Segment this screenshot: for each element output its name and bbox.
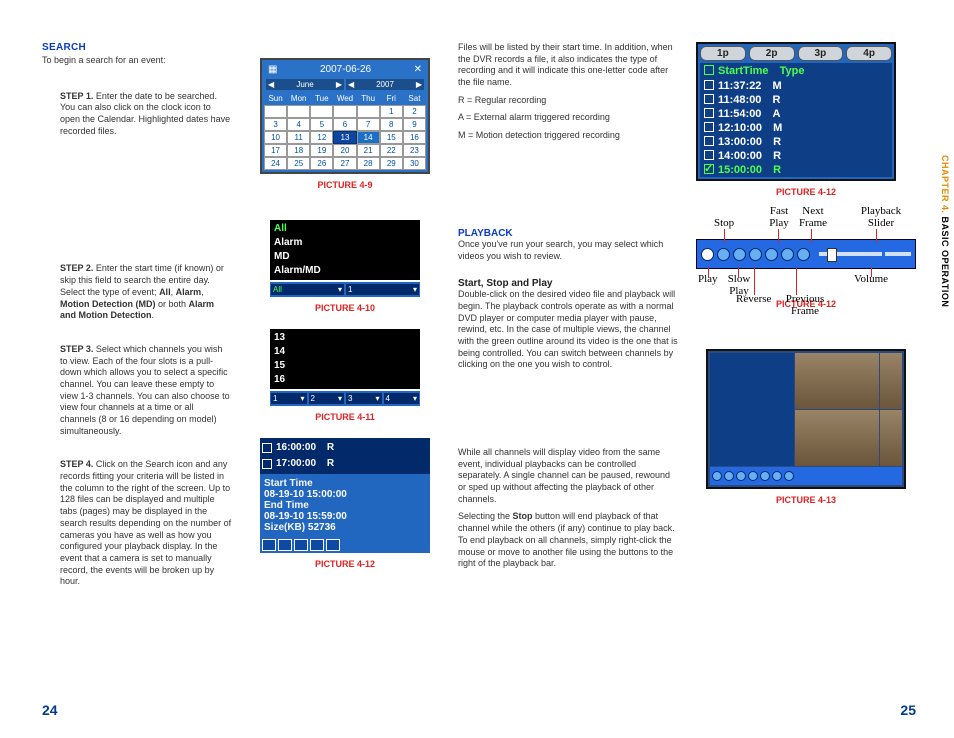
- reverse-button[interactable]: [749, 248, 762, 261]
- ssp-heading: Start, Stop and Play: [458, 278, 678, 289]
- playback-heading: PLAYBACK: [458, 228, 678, 239]
- fig-camera-grid: PICTURE 4-13: [696, 349, 916, 505]
- caption-4-12a: PICTURE 4-12: [315, 559, 375, 569]
- col-playback-figs: 1p 2p 3p 4p StartTime Type 11:37:22 M 11…: [696, 42, 916, 594]
- lbl-next: Next Frame: [796, 205, 830, 229]
- file-row[interactable]: 13:00:00 R: [700, 135, 892, 149]
- step-2: STEP 2. Enter the start time (if known) …: [42, 263, 232, 321]
- file-row-selected[interactable]: 15:00:00 R: [700, 163, 892, 177]
- next-frame-button[interactable]: [797, 248, 810, 261]
- event-1-dropdown[interactable]: 1▾: [346, 284, 419, 295]
- step-1-label: STEP 1.: [60, 91, 93, 101]
- lbl-stop: Stop: [714, 217, 734, 229]
- file-list-header: StartTime Type: [700, 63, 892, 79]
- calendar[interactable]: ▦ 2007-06-26 ✕ ◀June▶ ◀2007▶ Sun Mon Tue…: [260, 58, 430, 174]
- event-all-dropdown[interactable]: All▾: [271, 284, 344, 295]
- camera-playback-bar[interactable]: [710, 467, 902, 485]
- stop-text: Selecting the Stop button will end playb…: [458, 511, 678, 569]
- lbl-prev: Previous Frame: [782, 293, 828, 317]
- fast-button[interactable]: [765, 248, 778, 261]
- caption-4-9: PICTURE 4-9: [317, 180, 372, 190]
- step-3: STEP 3. Select which channels you wish t…: [42, 344, 232, 438]
- ssp-text: Double-click on the desired video file a…: [458, 289, 678, 371]
- fig-result: 16:00:00 R 17:00:00 R Start Time 08-19-1…: [250, 438, 440, 569]
- stop-button[interactable]: [717, 248, 730, 261]
- col-playback-text: Files will be listed by their start time…: [458, 42, 678, 594]
- step-2-label: STEP 2.: [60, 263, 93, 273]
- file-row[interactable]: 12:10:00 M: [700, 121, 892, 135]
- tab-1p[interactable]: 1p: [700, 46, 746, 61]
- slot-2[interactable]: 2▾: [309, 393, 345, 404]
- file-row[interactable]: 11:37:22 M: [700, 79, 892, 93]
- step-4: STEP 4. Click on the Search icon and any…: [42, 459, 232, 588]
- playback-intro: Once you've run your search, you may sel…: [458, 239, 678, 262]
- caption-4-11: PICTURE 4-11: [315, 412, 375, 422]
- code-m: M = Motion detection triggered recording: [458, 130, 678, 142]
- slot-3[interactable]: 3▾: [346, 393, 382, 404]
- lbl-fast: Fast Play: [766, 205, 792, 229]
- step-1: STEP 1. Enter the date to be searched. Y…: [42, 91, 232, 138]
- chevron-down-icon: ▾: [413, 285, 417, 294]
- file-row[interactable]: 14:00:00 R: [700, 149, 892, 163]
- playback-slider[interactable]: [819, 252, 882, 256]
- slot-4[interactable]: 4▾: [384, 393, 420, 404]
- chapter-title: BASIC OPERATION: [940, 214, 950, 308]
- caption-4-13: PICTURE 4-13: [776, 495, 836, 505]
- fig-chanlist: 13 14 15 16 1▾ 2▾ 3▾ 4▾ PICTURE 4-11: [250, 329, 440, 422]
- tab-3p[interactable]: 3p: [798, 46, 844, 61]
- tab-4p[interactable]: 4p: [846, 46, 892, 61]
- camera-grid[interactable]: [706, 349, 906, 489]
- code-r: R = Regular recording: [458, 95, 678, 107]
- channel-list[interactable]: 13 14 15 16: [270, 329, 420, 389]
- file-list[interactable]: 1p 2p 3p 4p StartTime Type 11:37:22 M 11…: [696, 42, 896, 181]
- col-search-steps: SEARCH To begin a search for an event: S…: [42, 42, 232, 594]
- playback-diagram: Stop Fast Play Next Frame Playback Slide…: [696, 211, 916, 293]
- search-heading: SEARCH: [42, 42, 232, 53]
- calendar-title: 2007-06-26: [320, 64, 371, 75]
- lbl-slider: Playback Slider: [856, 205, 906, 229]
- slow-button[interactable]: [733, 248, 746, 261]
- tab-2p[interactable]: 2p: [749, 46, 795, 61]
- chapter-num: CHAPTER 4.: [940, 155, 950, 214]
- page-number-right: 25: [900, 702, 916, 718]
- caption-4-10: PICTURE 4-10: [315, 303, 375, 313]
- code-a: A = External alarm triggered recording: [458, 112, 678, 124]
- camera-3[interactable]: [795, 410, 879, 466]
- playback-bar[interactable]: [696, 239, 916, 269]
- close-icon[interactable]: ✕: [414, 64, 422, 75]
- play-button[interactable]: [701, 248, 714, 261]
- camera-1[interactable]: [795, 353, 879, 409]
- col-figures: ▦ 2007-06-26 ✕ ◀June▶ ◀2007▶ Sun Mon Tue…: [250, 42, 440, 594]
- camera-sidebar[interactable]: [710, 353, 794, 466]
- chapter-tab: CHAPTER 4. BASIC OPERATION: [940, 155, 950, 307]
- camera-2[interactable]: [880, 353, 902, 409]
- file-row[interactable]: 11:48:00 R: [700, 93, 892, 107]
- event-type-list[interactable]: All Alarm MD Alarm/MD: [270, 220, 420, 280]
- volume-slider[interactable]: [885, 252, 911, 256]
- filelist-intro: Files will be listed by their start time…: [458, 42, 678, 89]
- multi-channel-text: While all channels will display video fr…: [458, 447, 678, 505]
- camera-4[interactable]: [880, 410, 902, 466]
- step-4-text: Click on the Search icon and any records…: [60, 459, 231, 586]
- step-3-label: STEP 3.: [60, 344, 93, 354]
- prev-frame-button[interactable]: [781, 248, 794, 261]
- result-toolbar[interactable]: [260, 537, 430, 553]
- search-intro: To begin a search for an event:: [42, 55, 232, 67]
- fig-calendar: ▦ 2007-06-26 ✕ ◀June▶ ◀2007▶ Sun Mon Tue…: [250, 58, 440, 190]
- step-3-text: Select which channels you wish to view. …: [60, 344, 230, 436]
- result-info: Start Time 08-19-10 15:00:00 End Time 08…: [260, 474, 430, 537]
- fig-eventlist: All Alarm MD Alarm/MD All▾ 1▾ PICTURE 4-…: [250, 220, 440, 313]
- result-list[interactable]: 16:00:00 R 17:00:00 R: [260, 438, 430, 474]
- slot-1[interactable]: 1▾: [271, 393, 307, 404]
- step-4-label: STEP 4.: [60, 459, 93, 469]
- file-row[interactable]: 11:54:00 A: [700, 107, 892, 121]
- caption-4-12b: PICTURE 4-12: [696, 187, 916, 197]
- page-number-left: 24: [42, 702, 58, 718]
- chevron-down-icon: ▾: [338, 285, 342, 294]
